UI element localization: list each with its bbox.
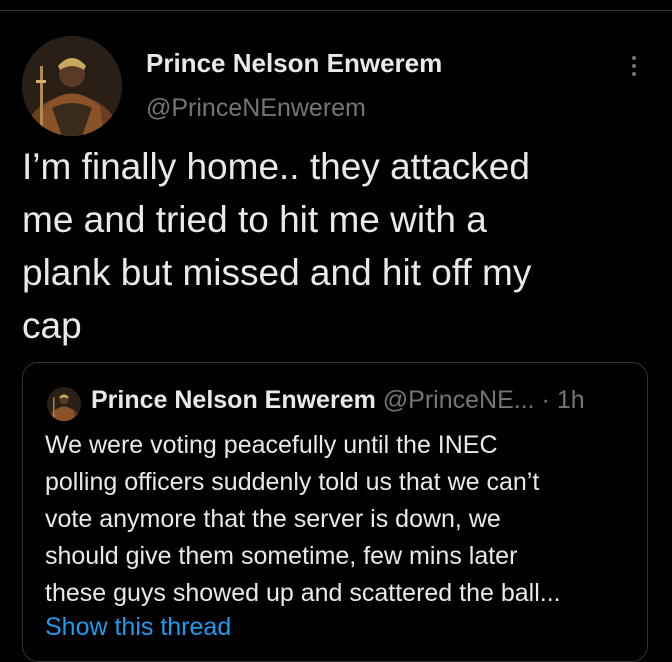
quoted-text-line: vote anymore that the server is down, we xyxy=(45,505,501,533)
more-vertical-icon-dot xyxy=(632,72,636,76)
header-separator: · xyxy=(541,386,550,414)
quoted-author-handle: @PrinceNE... xyxy=(382,386,535,414)
quoted-text-line: should give them sometime, few mins late… xyxy=(45,542,518,570)
quoted-author-name: Prince Nelson Enwerem xyxy=(91,386,376,414)
author-avatar[interactable] xyxy=(22,36,122,136)
more-vertical-icon-dot xyxy=(632,64,636,68)
tweet-text-line: cap xyxy=(22,305,82,346)
tweet-text: I’m finally home.. they attacked me and … xyxy=(22,140,650,352)
quoted-tweet-time[interactable]: 1h xyxy=(557,386,585,414)
show-thread-link[interactable]: Show this thread xyxy=(45,613,231,642)
author-name[interactable]: Prince Nelson Enwerem xyxy=(146,48,442,79)
quoted-text-line: these guys showed up and scattered the b… xyxy=(45,579,561,607)
quoted-text-line: We were voting peacefully until the INEC xyxy=(45,431,498,459)
tweet-text-line: me and tried to hit me with a xyxy=(22,199,487,240)
more-vertical-icon xyxy=(632,56,636,60)
quoted-tweet-header: Prince Nelson Enwerem @PrinceNE... · 1h xyxy=(91,386,585,415)
more-options-button[interactable] xyxy=(620,46,648,86)
tweet-text-line: I’m finally home.. they attacked xyxy=(22,146,530,187)
quoted-text-line: polling officers suddenly told us that w… xyxy=(45,468,540,496)
quoted-author-avatar xyxy=(47,387,81,421)
top-divider xyxy=(0,10,672,11)
author-handle[interactable]: @PrinceNEnwerem xyxy=(146,94,366,123)
quoted-tweet-text: We were voting peacefully until the INEC… xyxy=(45,427,635,612)
tweet-text-line: plank but missed and hit off my xyxy=(22,252,532,293)
quoted-tweet-card[interactable]: Prince Nelson Enwerem @PrinceNE... · 1h … xyxy=(22,362,648,662)
